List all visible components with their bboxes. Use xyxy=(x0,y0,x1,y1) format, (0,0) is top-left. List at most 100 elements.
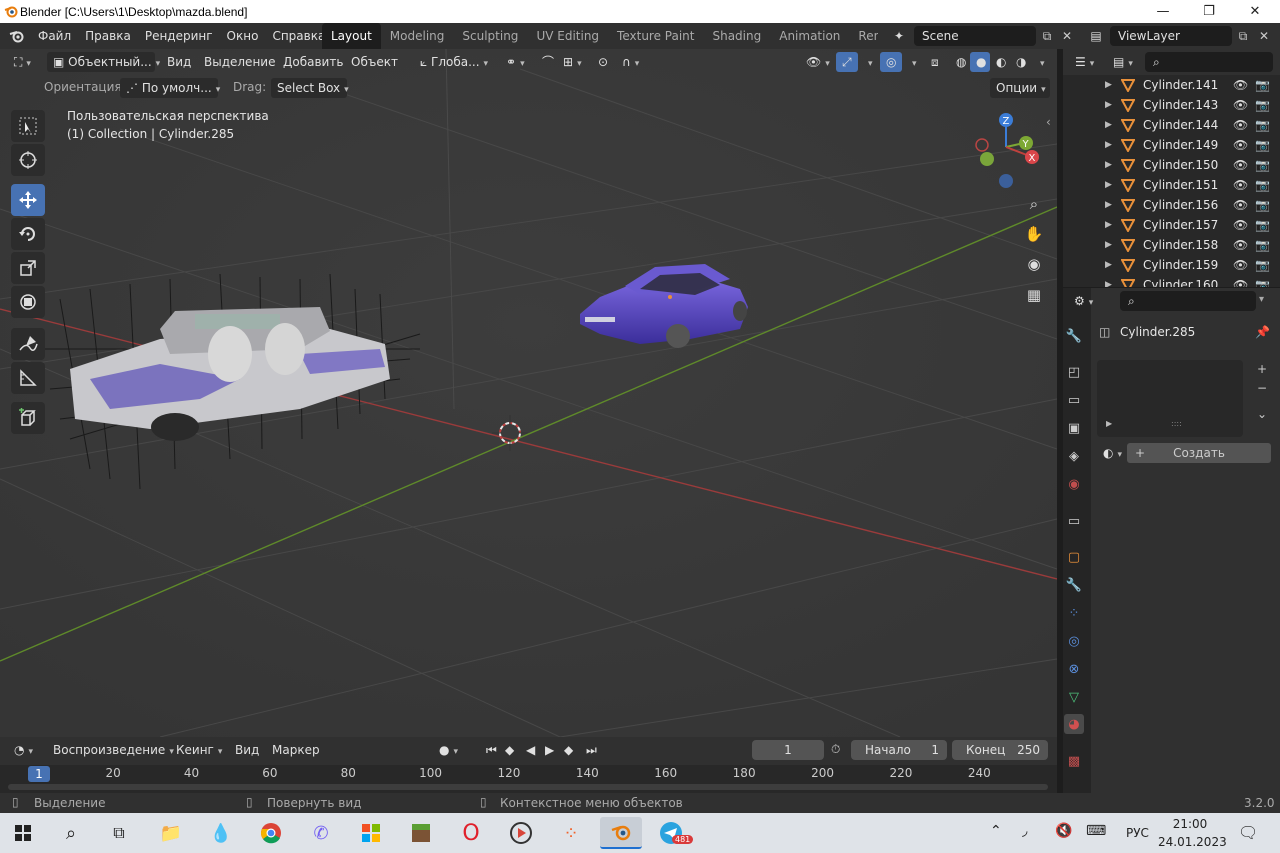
start-button[interactable] xyxy=(2,817,44,849)
rendered-shading-icon[interactable]: ◑ xyxy=(1010,52,1030,72)
eye-visibility-icon[interactable]: 👁 xyxy=(1233,98,1248,112)
eye-visibility-icon[interactable]: 👁 xyxy=(1233,278,1248,287)
expand-arrow-icon[interactable]: ▶ xyxy=(1105,200,1112,210)
add-slot-button[interactable]: + xyxy=(1253,360,1271,378)
menu-render[interactable]: Рендеринг xyxy=(138,25,220,47)
jump-start-icon[interactable]: ⏮ xyxy=(480,740,498,760)
next-keyframe-icon[interactable]: ◆ xyxy=(558,740,578,760)
measure-tool[interactable] xyxy=(11,362,45,394)
snap-target-icon[interactable]: ⊞ ▾ xyxy=(557,52,585,72)
outliner-editor-type-icon[interactable]: ☰ ▾ xyxy=(1069,52,1099,72)
eye-visibility-icon[interactable]: 👁 xyxy=(1233,258,1248,272)
texture-tab-icon[interactable]: ▩ xyxy=(1064,751,1084,771)
expand-arrow-icon[interactable]: ▶ xyxy=(1105,80,1112,90)
scene-name-field[interactable]: Scene xyxy=(914,26,1036,46)
list-resize-grip[interactable]: :::: xyxy=(1171,419,1182,428)
delete-scene-icon[interactable]: ✕ xyxy=(1057,26,1077,46)
gizmo-neg-x[interactable] xyxy=(975,138,989,152)
editor-type-icon[interactable]: ⛶ ▾ xyxy=(8,52,40,72)
solid-shading-icon[interactable]: ● xyxy=(970,52,990,72)
outliner-item[interactable]: ▶ Cylinder.144 👁 📷 xyxy=(1063,115,1280,135)
options-dropdown[interactable]: Опции ▾ xyxy=(990,78,1050,98)
expand-arrow-icon[interactable]: ▶ xyxy=(1105,220,1112,230)
expand-arrow-icon[interactable]: ▶ xyxy=(1105,100,1112,110)
chrome-icon[interactable] xyxy=(250,817,292,849)
blender-taskbar-icon[interactable] xyxy=(600,817,642,849)
origin-app-icon[interactable]: ⁘ xyxy=(550,817,592,849)
close-window-button[interactable]: ✕ xyxy=(1232,0,1278,23)
delete-view-layer-icon[interactable]: ✕ xyxy=(1254,26,1274,46)
orientation-dropdown[interactable]: ⋰ По умолч... ▾ xyxy=(120,78,220,98)
tray-chevron-icon[interactable]: ⌃ xyxy=(990,823,1002,839)
volume-muted-icon[interactable]: 🔇 xyxy=(1055,823,1072,839)
pan-hand-icon[interactable]: ✋ xyxy=(1020,220,1048,248)
jump-end-icon[interactable]: ⏭ xyxy=(580,740,598,760)
outliner-item[interactable]: ▶ Cylinder.160 👁 📷 xyxy=(1063,275,1280,287)
shading-dropdown-icon[interactable]: ▾ xyxy=(1030,52,1046,72)
tab-rendering[interactable]: Rendering xyxy=(849,23,878,49)
network-icon[interactable]: ◞ xyxy=(1022,823,1027,839)
properties-search-input[interactable]: ⌕ xyxy=(1120,291,1256,311)
constraints-tab-icon[interactable]: ⊗ xyxy=(1064,659,1084,679)
menu-window[interactable]: Окно xyxy=(220,25,266,47)
current-frame-field[interactable]: 1 xyxy=(752,740,824,760)
scene-selector-icon[interactable]: ✦ xyxy=(887,26,911,46)
outliner-item[interactable]: ▶ Cylinder.156 👁 📷 xyxy=(1063,195,1280,215)
eye-visibility-icon[interactable]: 👁 xyxy=(1233,118,1248,132)
new-material-button[interactable]: + Создать xyxy=(1127,443,1271,463)
expand-arrow-icon[interactable]: ▶ xyxy=(1105,140,1112,150)
menu-edit[interactable]: Правка xyxy=(78,25,138,47)
material-tab-icon[interactable]: ◕ xyxy=(1064,714,1084,734)
transform-tool[interactable] xyxy=(11,286,45,318)
tab-uv-editing[interactable]: UV Editing xyxy=(527,23,608,49)
eye-visibility-icon[interactable]: 👁 xyxy=(1233,78,1248,92)
new-scene-icon[interactable]: ⧉ xyxy=(1037,26,1057,46)
falloff-icon[interactable]: ∩ ▾ xyxy=(616,52,642,72)
world-tab-icon[interactable]: ◉ xyxy=(1064,474,1084,494)
input-language[interactable]: РУС xyxy=(1126,826,1149,840)
mode-dropdown[interactable]: ▣ Объектный... ▾ xyxy=(47,52,160,72)
gizmo-dropdown-icon[interactable]: ▾ xyxy=(858,52,874,72)
remove-slot-button[interactable]: − xyxy=(1253,379,1271,397)
eye-visibility-icon[interactable]: 👁 xyxy=(1233,138,1248,152)
ortho-grid-icon[interactable]: ▦ xyxy=(1020,281,1048,309)
minimize-button[interactable]: — xyxy=(1140,0,1186,23)
eye-visibility-icon[interactable]: 👁 xyxy=(1233,178,1248,192)
menu-select[interactable]: Выделение xyxy=(198,52,281,72)
task-view-icon[interactable]: ⧉ xyxy=(98,817,140,849)
outliner-item[interactable]: ▶ Cylinder.141 👁 📷 xyxy=(1063,75,1280,95)
view-layer-tab-icon[interactable]: ▣ xyxy=(1064,418,1084,438)
proportional-edit-icon[interactable]: ⊙ xyxy=(592,52,612,72)
menu-add[interactable]: Добавить xyxy=(277,52,349,72)
menu-view[interactable]: Вид xyxy=(161,52,197,72)
pin-icon[interactable]: 📌 xyxy=(1255,325,1270,339)
view-layer-icon[interactable]: ▤ xyxy=(1083,26,1109,46)
add-cube-tool[interactable] xyxy=(11,402,45,434)
annotate-tool[interactable] xyxy=(11,328,45,360)
properties-editor-type-icon[interactable]: ⚙ ▾ xyxy=(1068,291,1098,311)
tab-modeling[interactable]: Modeling xyxy=(381,23,454,49)
eye-visibility-icon[interactable]: 👁 xyxy=(1233,158,1248,172)
xray-toggle-icon[interactable]: ⧈ xyxy=(925,52,947,72)
tool-tab-icon[interactable]: 🔧 xyxy=(1064,326,1084,346)
camera-render-icon[interactable]: 📷 xyxy=(1255,138,1270,152)
camera-render-icon[interactable]: 📷 xyxy=(1255,238,1270,252)
gizmo-neg-z[interactable] xyxy=(999,174,1013,188)
minecraft-icon[interactable] xyxy=(400,817,442,849)
modifier-tab-icon[interactable]: 🔧 xyxy=(1064,575,1084,595)
camera-render-icon[interactable]: 📷 xyxy=(1255,178,1270,192)
clock-time[interactable]: 21:00 xyxy=(1162,817,1218,831)
outliner-item[interactable]: ▶ Cylinder.143 👁 📷 xyxy=(1063,95,1280,115)
menu-object[interactable]: Объект xyxy=(345,52,404,72)
play-icon[interactable]: ▶ xyxy=(539,740,557,760)
scale-tool[interactable] xyxy=(11,252,45,284)
camera-render-icon[interactable]: 📷 xyxy=(1255,198,1270,212)
timeline-scrollbar[interactable] xyxy=(8,784,1048,790)
navigation-gizmo[interactable]: Z Y X xyxy=(968,107,1048,192)
tab-texture-paint[interactable]: Texture Paint xyxy=(608,23,703,49)
camera-render-icon[interactable]: 📷 xyxy=(1255,98,1270,112)
properties-options-icon[interactable]: ▾ xyxy=(1259,294,1264,305)
expand-arrow-icon[interactable]: ▶ xyxy=(1105,260,1112,270)
overlay-dropdown-icon[interactable]: ▾ xyxy=(902,52,918,72)
tab-shading[interactable]: Shading xyxy=(703,23,770,49)
